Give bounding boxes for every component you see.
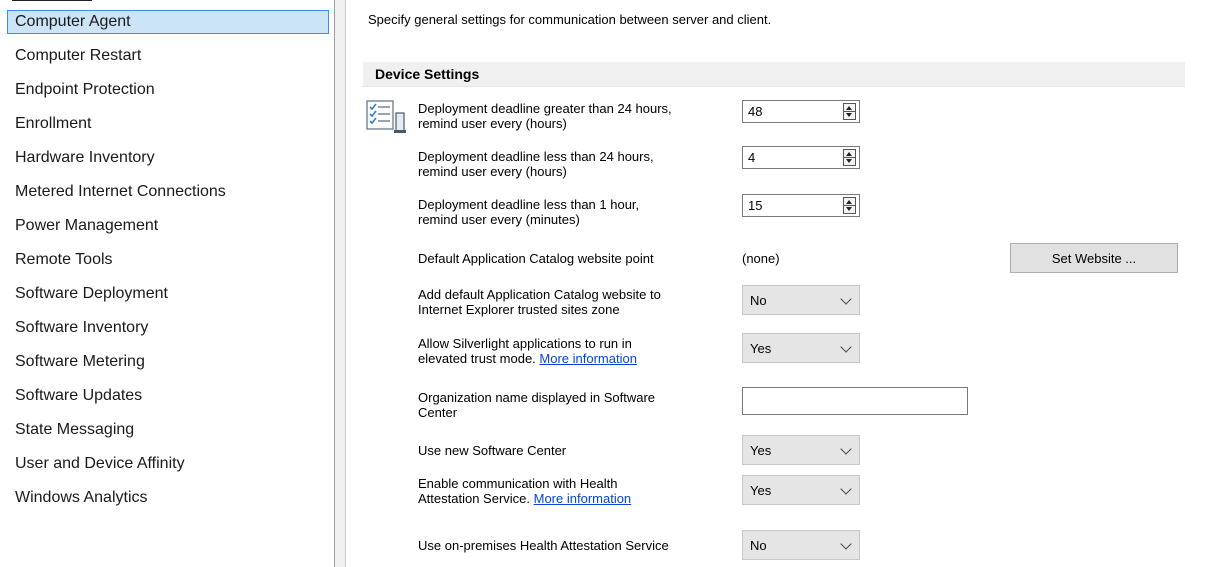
silverlight-label: Allow Silverlight applications to run in…: [418, 336, 637, 366]
silverlight-dropdown[interactable]: Yes: [742, 333, 860, 363]
health-more-info-link[interactable]: More information: [534, 491, 632, 506]
spin-buttons[interactable]: [843, 149, 856, 166]
sidebar-item-software-deployment[interactable]: Software Deployment: [7, 282, 329, 306]
sidebar-item-software-metering[interactable]: Software Metering: [7, 350, 329, 374]
label-line: Deployment deadline less than 24 hours,: [418, 149, 654, 164]
chevron-down-icon: [840, 538, 852, 550]
label-line: Enable communication with Health: [418, 476, 618, 491]
sidebar-item-windows-analytics[interactable]: Windows Analytics: [7, 486, 329, 510]
app-catalog-point-label: Default Application Catalog website poin…: [418, 251, 654, 266]
spin-down-icon[interactable]: [846, 159, 852, 163]
spin-down-icon[interactable]: [846, 207, 852, 211]
new-software-center-dropdown[interactable]: Yes: [742, 435, 860, 465]
app-catalog-point-value: (none): [742, 251, 780, 266]
sidebar-item-software-inventory[interactable]: Software Inventory: [7, 316, 329, 340]
dropdown-value: No: [750, 538, 767, 553]
clipped-header-text: [12, 0, 132, 1]
splitter[interactable]: [335, 0, 345, 567]
label-line: Center: [418, 405, 458, 420]
sidebar-item-hardware-inventory[interactable]: Hardware Inventory: [7, 146, 329, 170]
dropdown-value: Yes: [750, 443, 772, 458]
category-sidebar: Computer Agent Computer Restart Endpoint P…: [0, 0, 335, 567]
spin-down-icon[interactable]: [846, 113, 852, 117]
deadline-1h-less-label: Deployment deadline less than 1 hour, re…: [418, 197, 639, 227]
sidebar-item-state-messaging[interactable]: State Messaging: [7, 418, 329, 442]
org-name-label: Organization name displayed in Software …: [418, 390, 655, 420]
onprem-health-label: Use on-premises Health Attestation Servi…: [418, 538, 669, 553]
sidebar-item-metered-internet-connections[interactable]: Metered Internet Connections: [7, 180, 329, 204]
label-line: Organization name displayed in Software: [418, 390, 656, 405]
sidebar-item-user-and-device-affinity[interactable]: User and Device Affinity: [7, 452, 329, 476]
spin-buttons[interactable]: [843, 197, 856, 214]
sidebar-item-remote-tools[interactable]: Remote Tools: [7, 248, 329, 272]
health-attestation-dropdown[interactable]: Yes: [742, 475, 860, 505]
stepper-value: 4: [748, 150, 756, 165]
label-line: remind user every (minutes): [418, 212, 580, 227]
dropdown-value: Yes: [750, 341, 772, 356]
chevron-down-icon: [840, 483, 852, 495]
label-line: Add default Application Catalog website …: [418, 287, 661, 302]
sidebar-item-endpoint-protection[interactable]: Endpoint Protection: [7, 78, 329, 102]
chevron-down-icon: [840, 293, 852, 305]
org-name-input[interactable]: [742, 387, 968, 415]
sidebar-item-enrollment[interactable]: Enrollment: [7, 112, 329, 136]
chevron-down-icon: [840, 341, 852, 353]
page-description: Specify general settings for communicati…: [368, 12, 772, 27]
onprem-health-dropdown[interactable]: No: [742, 530, 860, 560]
deadline-24h-plus-stepper[interactable]: 48: [742, 100, 860, 123]
deadline-24h-plus-label: Deployment deadline greater than 24 hour…: [418, 101, 672, 131]
deadline-24h-less-label: Deployment deadline less than 24 hours, …: [418, 149, 654, 179]
group-header-divider: [362, 86, 1185, 87]
label-line: Allow Silverlight applications to run in: [418, 336, 632, 351]
sidebar-item-computer-agent[interactable]: Computer Agent: [7, 10, 329, 34]
sidebar-item-power-management[interactable]: Power Management: [7, 214, 329, 238]
trusted-sites-label: Add default Application Catalog website …: [418, 287, 661, 317]
label-line: remind user every (hours): [418, 116, 567, 131]
stepper-value: 15: [748, 198, 763, 213]
group-header-device-settings: Device Settings: [363, 62, 1185, 86]
label-line: Deployment deadline less than 1 hour,: [418, 197, 640, 212]
label-line: elevated trust mode. More information: [418, 351, 637, 366]
dropdown-value: Yes: [750, 483, 772, 498]
spin-buttons[interactable]: [843, 103, 856, 120]
sidebar-item-computer-restart[interactable]: Computer Restart: [7, 44, 329, 68]
label-line: Deployment deadline greater than 24 hour…: [418, 101, 672, 116]
splitter-border: [345, 0, 346, 567]
label-line: Internet Explorer trusted sites zone: [418, 302, 620, 317]
new-software-center-label: Use new Software Center: [418, 443, 567, 458]
checklist-settings-icon: [366, 99, 408, 135]
label-line: Attestation Service. More information: [418, 491, 631, 506]
spin-up-icon[interactable]: [846, 106, 852, 110]
dropdown-value: No: [750, 293, 767, 308]
set-website-button[interactable]: Set Website ...: [1010, 243, 1178, 273]
label-line: remind user every (hours): [418, 164, 567, 179]
spin-up-icon[interactable]: [846, 200, 852, 204]
stepper-value: 48: [748, 104, 763, 119]
label-text: elevated trust mode.: [418, 351, 540, 366]
deadline-1h-less-stepper[interactable]: 15: [742, 194, 860, 217]
spin-up-icon[interactable]: [846, 152, 852, 156]
deadline-24h-less-stepper[interactable]: 4: [742, 146, 860, 169]
health-attestation-label: Enable communication with Health Attesta…: [418, 476, 631, 506]
chevron-down-icon: [840, 443, 852, 455]
label-text: Attestation Service.: [418, 491, 534, 506]
trusted-sites-dropdown[interactable]: No: [742, 285, 860, 315]
sidebar-item-software-updates[interactable]: Software Updates: [7, 384, 329, 408]
silverlight-more-info-link[interactable]: More information: [539, 351, 637, 366]
